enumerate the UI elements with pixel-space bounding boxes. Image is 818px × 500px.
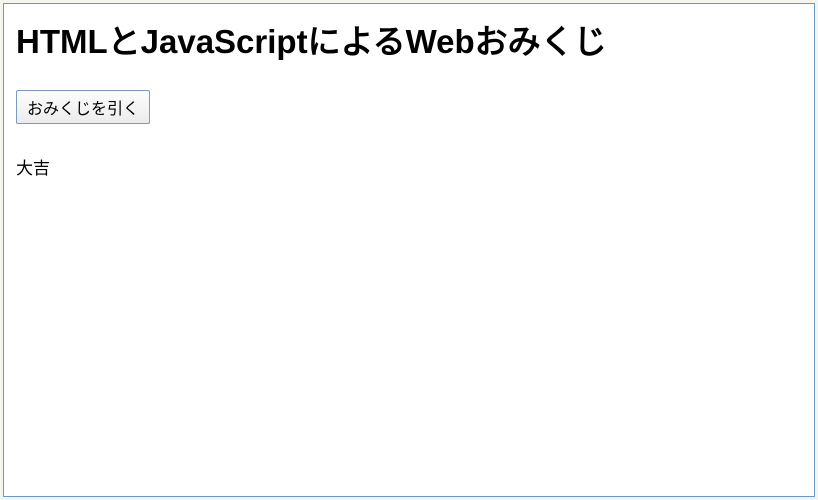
page-title: HTMLとJavaScriptによるWebおみくじ: [16, 22, 802, 62]
draw-fortune-button[interactable]: おみくじを引く: [16, 90, 150, 124]
fortune-result: 大吉: [16, 154, 802, 179]
page-container: HTMLとJavaScriptによるWebおみくじ おみくじを引く 大吉: [3, 3, 815, 497]
